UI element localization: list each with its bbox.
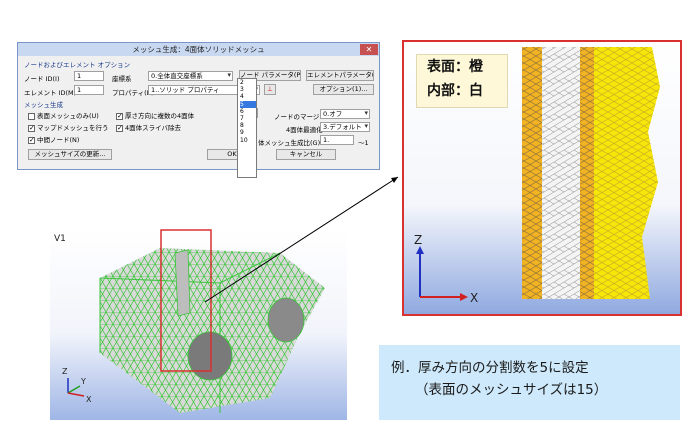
example-line-1: 例．厚み方向の分割数を5に設定 bbox=[391, 360, 589, 376]
coord-select[interactable]: 0.全体直交座標系 bbox=[148, 71, 233, 81]
dropdown-option[interactable]: 2 bbox=[240, 79, 256, 86]
optimize-label: 4面体最適化 bbox=[286, 126, 323, 134]
surface-only-checkbox[interactable]: 表面メッシュのみ(U) bbox=[28, 110, 99, 120]
surface-only-label: 表面メッシュのみ(U) bbox=[37, 112, 99, 120]
ratio-tail: ～1 bbox=[358, 139, 369, 147]
node-id-input[interactable]: 1 bbox=[74, 71, 104, 81]
axis-x-label: X bbox=[86, 395, 92, 404]
left-viewport[interactable]: V1 Z Y X bbox=[50, 228, 347, 420]
dropdown-option[interactable]: 4 bbox=[240, 93, 256, 100]
dropdown-option[interactable]: 10 bbox=[240, 137, 256, 144]
dropdown-option[interactable]: 3 bbox=[240, 86, 256, 93]
group-mesh-label: メッシュ生成 bbox=[24, 101, 63, 109]
right-viewport[interactable]: 表面：橙 内部：白 Z X bbox=[402, 40, 682, 316]
node-merge-select[interactable]: 0.オフ bbox=[320, 109, 370, 119]
dropdown-option[interactable]: 9 bbox=[240, 129, 256, 136]
check-icon[interactable]: ✓ bbox=[28, 136, 35, 144]
axis-z-label: Z bbox=[62, 367, 68, 376]
close-icon[interactable]: ✕ bbox=[360, 44, 378, 55]
optimize-select[interactable]: 3.デフォルト bbox=[320, 122, 370, 132]
dialog-title-text: メッシュ生成：4面体ソリッドメッシュ bbox=[132, 45, 265, 54]
map-mesh-checkbox[interactable]: ✓ マップドメッシュを行う bbox=[28, 122, 109, 132]
node-id-label: ノード ID(I) bbox=[24, 75, 60, 83]
property-icon-button[interactable]: ⊥ bbox=[264, 84, 276, 95]
thickness-checkbox[interactable]: ✓ 厚さ方向に複数の4面体 bbox=[116, 110, 194, 120]
node-merge-label: ノードのマージ bbox=[274, 113, 320, 121]
example-line-2: （表面のメッシュサイズは15） bbox=[415, 382, 608, 398]
coord-label: 座標系 bbox=[112, 75, 132, 83]
thickness-dropdown-list[interactable]: 2 3 4 5 6 7 8 9 10 bbox=[237, 78, 257, 178]
thickness-label: 厚さ方向に複数の4面体 bbox=[125, 112, 195, 120]
mesh-size-button[interactable]: メッシュサイズの更新... bbox=[28, 149, 112, 160]
midside-label: 中間ノード(N) bbox=[37, 136, 80, 144]
axis-triad-right: Z X bbox=[414, 233, 478, 305]
dropdown-option[interactable]: 8 bbox=[240, 122, 256, 129]
midside-checkbox[interactable]: ✓ 中間ノード(N) bbox=[28, 134, 79, 144]
dropdown-option[interactable]: 6 bbox=[240, 108, 256, 115]
dropdown-option[interactable]: 7 bbox=[240, 115, 256, 122]
axis-triad-left: Z Y X bbox=[62, 367, 92, 404]
example-note: 例．厚み方向の分割数を5に設定 （表面のメッシュサイズは15） bbox=[379, 345, 680, 420]
cross-section-mesh: Z X bbox=[414, 47, 660, 305]
check-icon[interactable]: ✓ bbox=[116, 124, 123, 132]
sliver-label: 4面体スライバ除去 bbox=[125, 124, 182, 132]
group-node-label: ノードおよびエレメント オプション bbox=[24, 61, 131, 69]
axis-x-label: X bbox=[470, 291, 478, 305]
dialog-title: メッシュ生成：4面体ソリッドメッシュ ✕ bbox=[18, 43, 379, 56]
option-button[interactable]: オプション(1)... bbox=[313, 84, 374, 95]
ratio-input[interactable]: 1. bbox=[320, 135, 354, 145]
check-icon[interactable]: ✓ bbox=[28, 124, 35, 132]
dropdown-option[interactable]: 5 bbox=[240, 100, 256, 108]
elem-param-button[interactable]: エレメントパラメータ(E)... bbox=[306, 70, 374, 81]
check-icon[interactable]: ✓ bbox=[116, 112, 123, 120]
axis-y-label: Y bbox=[80, 377, 86, 386]
mesh-model: Z Y X bbox=[62, 248, 325, 413]
mesh-dialog: メッシュ生成：4面体ソリッドメッシュ ✕ ノードおよびエレメント オプション ノ… bbox=[17, 42, 380, 170]
map-mesh-label: マップドメッシュを行う bbox=[37, 124, 109, 132]
ratio-label: 体メッシュ生成比(G) bbox=[258, 139, 321, 147]
sliver-checkbox[interactable]: ✓ 4面体スライバ除去 bbox=[116, 122, 181, 132]
elem-id-input[interactable]: 1 bbox=[74, 85, 104, 95]
axis-z-label: Z bbox=[414, 233, 422, 247]
cancel-button[interactable]: キャンセル bbox=[276, 149, 336, 160]
elem-id-label: エレメント ID(M) bbox=[24, 89, 77, 97]
checkbox-box[interactable] bbox=[28, 112, 35, 120]
connector-arrow-icon bbox=[391, 177, 398, 183]
